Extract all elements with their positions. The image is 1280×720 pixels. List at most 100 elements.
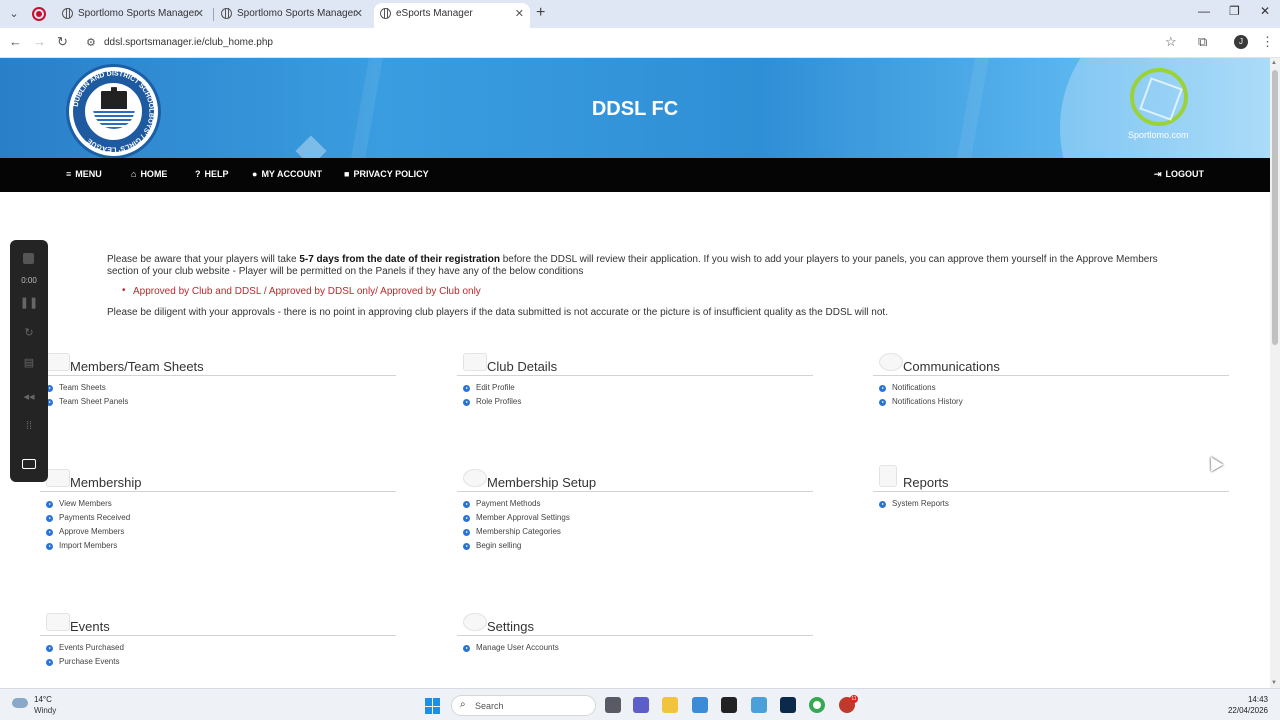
diligence-notice: Please be diligent with your approvals -… xyxy=(107,307,888,318)
teams-icon[interactable] xyxy=(633,697,649,713)
link-begin-selling[interactable]: Begin selling xyxy=(457,539,813,553)
link-notifications[interactable]: Notifications xyxy=(873,381,1229,395)
link-role-profiles[interactable]: Role Profiles xyxy=(457,395,813,409)
chrome-icon[interactable] xyxy=(809,697,825,713)
browser-tab-2[interactable]: Sportlomo Sports Manager ✕ xyxy=(219,3,369,28)
stop-icon[interactable] xyxy=(23,253,34,264)
trash-icon[interactable]: ▤ xyxy=(10,356,48,369)
site-info-icon[interactable]: ⚙ xyxy=(86,36,96,49)
forward-icon[interactable]: → xyxy=(33,34,46,49)
link-member-approval-settings[interactable]: Member Approval Settings xyxy=(457,511,813,525)
link-purchase-events[interactable]: Purchase Events xyxy=(40,655,396,669)
id-card-icon xyxy=(463,353,487,371)
link-import-members[interactable]: Import Members xyxy=(40,539,396,553)
link-events-purchased[interactable]: Events Purchased xyxy=(40,641,396,655)
link-membership-categories[interactable]: Membership Categories xyxy=(457,525,813,539)
section-events: Events Events Purchased Purchase Events xyxy=(40,613,396,669)
section-title: Events xyxy=(70,619,110,634)
scroll-thumb[interactable] xyxy=(1272,70,1278,345)
link-notifications-history[interactable]: Notifications History xyxy=(873,395,1229,409)
tab-separator xyxy=(213,8,214,21)
photoshop-icon[interactable] xyxy=(780,697,796,713)
section-title: Members/Team Sheets xyxy=(70,359,204,374)
weather-temperature[interactable]: 14°C xyxy=(34,695,52,704)
link-payments-received[interactable]: Payments Received xyxy=(40,511,396,525)
lock-icon: ■ xyxy=(344,169,350,179)
section-club-details: Club Details Edit Profile Role Profiles xyxy=(457,353,813,409)
camera-icon[interactable] xyxy=(22,459,36,469)
link-system-reports[interactable]: System Reports xyxy=(873,497,1229,511)
reload-icon[interactable]: ↻ xyxy=(57,34,68,50)
nav-logout[interactable]: ⇥ LOGOUT xyxy=(1154,169,1204,180)
section-communications: Communications Notifications Notificatio… xyxy=(873,353,1229,409)
user-icon: ● xyxy=(252,169,258,179)
nav-my-account[interactable]: ● MY ACCOUNT xyxy=(252,169,322,179)
nav-help[interactable]: ? HELP xyxy=(195,169,229,179)
browser-tab-3[interactable]: eSports Manager ✕ xyxy=(374,3,530,28)
close-icon[interactable]: ✕ xyxy=(195,3,204,25)
banner-decoration xyxy=(295,135,327,158)
pause-icon[interactable]: ❚❚ xyxy=(10,296,48,309)
terminal-icon[interactable] xyxy=(721,697,737,713)
nav-my-account-label: MY ACCOUNT xyxy=(261,169,322,179)
photos-icon[interactable] xyxy=(692,697,708,713)
restart-icon[interactable]: ↻ xyxy=(10,326,48,339)
url-field[interactable]: ddsl.sportsmanager.ie/club_home.php xyxy=(104,37,273,48)
hamburger-icon: ≡ xyxy=(66,169,72,179)
scroll-down-icon[interactable]: ▼ xyxy=(1271,680,1277,686)
browser-tab-1[interactable]: Sportlomo Sports Manager ✕ xyxy=(60,3,210,28)
weather-description[interactable]: Windy xyxy=(34,706,56,715)
recording-timer: 0:00 xyxy=(21,276,37,285)
screen-recorder-widget: 0:00 ❚❚ ↻ ▤ ◂◂ ⁞⁞ xyxy=(10,240,48,482)
browser-tab-3-title: eSports Manager xyxy=(396,8,473,19)
extensions-icon[interactable]: ⧉ xyxy=(1198,34,1207,50)
bookmark-star-icon[interactable]: ☆ xyxy=(1165,34,1177,50)
link-team-sheet-panels[interactable]: Team Sheet Panels xyxy=(40,395,396,409)
nav-menu[interactable]: ≡ MENU xyxy=(66,169,102,179)
nav-privacy-policy[interactable]: ■ PRIVACY POLICY xyxy=(344,169,429,179)
sportlomo-logo-icon[interactable] xyxy=(1130,68,1188,126)
link-edit-profile[interactable]: Edit Profile xyxy=(457,381,813,395)
file-explorer-icon[interactable] xyxy=(662,697,678,713)
browser-menu-icon[interactable]: ⋮ xyxy=(1261,34,1274,50)
scroll-up-icon[interactable]: ▲ xyxy=(1271,60,1277,66)
section-title: Membership Setup xyxy=(487,475,597,490)
close-icon[interactable]: ✕ xyxy=(515,3,524,25)
weather-icon[interactable] xyxy=(12,698,28,708)
grid-icon[interactable]: ⁞⁞ xyxy=(10,420,48,432)
section-membership-setup: Membership Setup Payment Methods Member … xyxy=(457,469,813,553)
page-scrollbar[interactable]: ▲ ▼ xyxy=(1270,58,1280,688)
control-panel-icon[interactable] xyxy=(751,697,767,713)
task-view-icon[interactable] xyxy=(605,697,621,713)
window-close-icon[interactable]: ✕ xyxy=(1260,4,1270,18)
minimize-icon[interactable]: — xyxy=(1198,4,1210,18)
link-manage-user-accounts[interactable]: Manage User Accounts xyxy=(457,641,813,655)
address-toolbar: ← → ↻ ⚙ ddsl.sportsmanager.ie/club_home.… xyxy=(0,28,1280,58)
new-tab-icon[interactable]: + xyxy=(536,4,545,22)
rewind-icon[interactable]: ◂◂ xyxy=(10,390,48,403)
profile-avatar[interactable]: J xyxy=(1234,35,1248,49)
link-view-members[interactable]: View Members xyxy=(40,497,396,511)
back-icon[interactable]: ← xyxy=(9,34,22,49)
taskbar-search[interactable]: ⌕ Search xyxy=(451,695,596,716)
globe-icon xyxy=(380,8,391,19)
notification-badge: 11 xyxy=(850,695,858,703)
clock-time[interactable]: 14:43 xyxy=(1236,695,1268,704)
clock-date[interactable]: 22/04/2026 xyxy=(1216,706,1268,715)
windows-start-icon[interactable] xyxy=(425,698,441,714)
search-icon: ⌕ xyxy=(460,699,466,710)
link-team-sheets[interactable]: Team Sheets xyxy=(40,381,396,395)
globe-icon xyxy=(221,8,232,19)
link-approve-members[interactable]: Approve Members xyxy=(40,525,396,539)
globe-icon xyxy=(62,8,73,19)
restore-icon[interactable]: ❐ xyxy=(1229,4,1240,18)
close-icon[interactable]: ✕ xyxy=(354,3,363,25)
nav-home[interactable]: ⌂ HOME xyxy=(131,169,167,179)
logout-icon: ⇥ xyxy=(1154,169,1162,179)
tab-search-chevron-icon[interactable]: ⌄ xyxy=(6,6,22,22)
page-title: DDSL FC xyxy=(591,98,679,120)
section-title: Membership xyxy=(70,475,142,490)
link-payment-methods[interactable]: Payment Methods xyxy=(457,497,813,511)
nav-help-label: HELP xyxy=(204,169,229,179)
section-members-team-sheets: Members/Team Sheets Team Sheets Team She… xyxy=(40,353,396,409)
